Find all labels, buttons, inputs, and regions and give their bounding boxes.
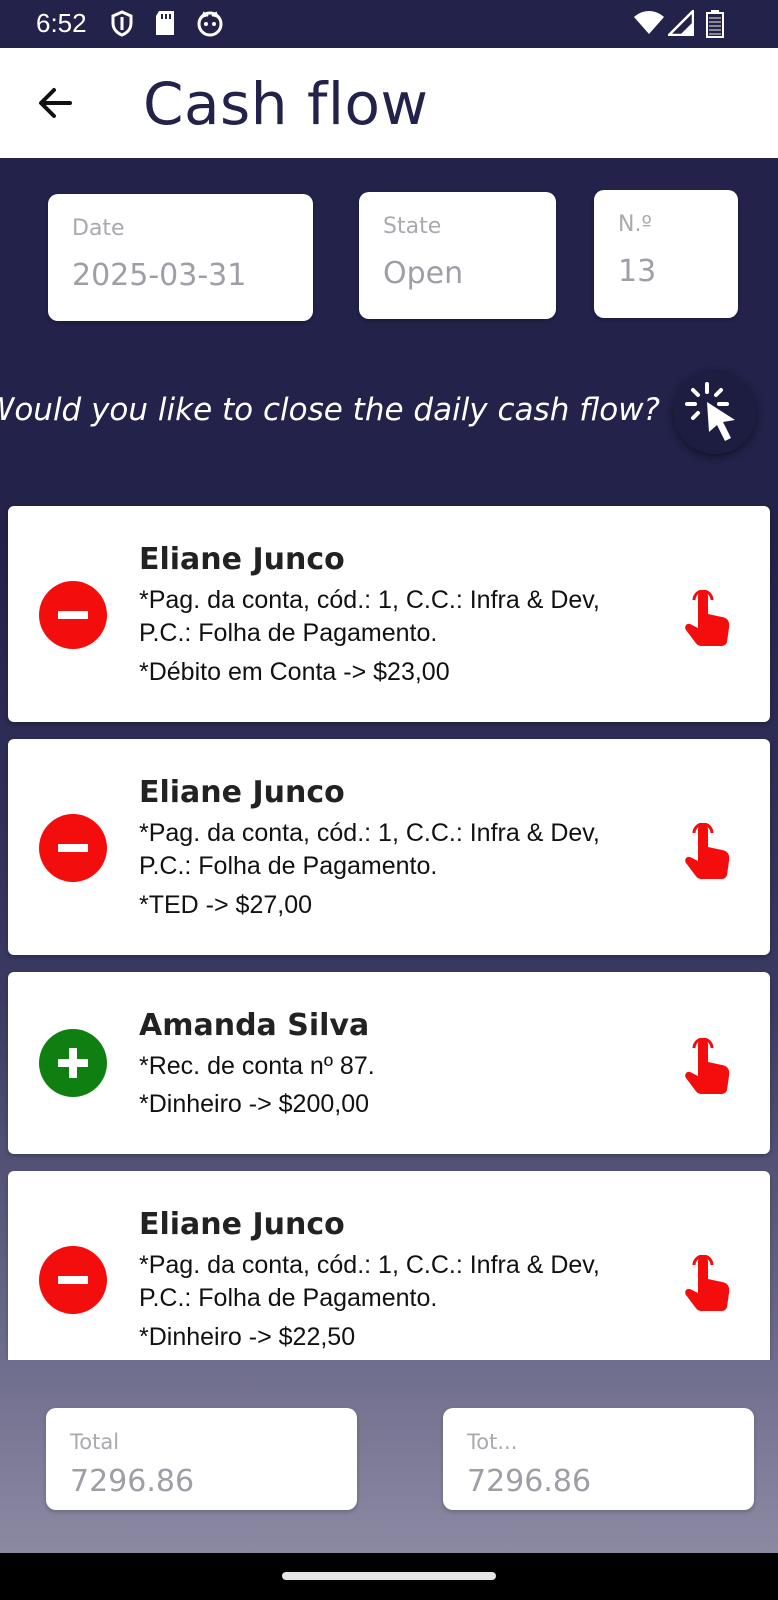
total-value: 7296.86 — [70, 1464, 195, 1499]
entry-name: Eliane Junco — [139, 542, 345, 577]
number-label: N.º — [618, 212, 652, 237]
date-label: Date — [72, 216, 125, 241]
entry-name: Amanda Silva — [139, 1008, 370, 1043]
state-value: Open — [383, 256, 464, 291]
prompt-text: Would you like to close the daily cash f… — [0, 392, 660, 428]
minus-icon — [58, 611, 88, 619]
total-secondary-value: 7296.86 — [467, 1464, 592, 1499]
signal-icon — [668, 10, 694, 36]
entry-card[interactable]: Amanda Silva *Rec. de conta nº 87. *Dinh… — [8, 972, 770, 1154]
minus-icon — [58, 844, 88, 852]
number-value: 13 — [618, 254, 657, 289]
entry-description: *Pag. da conta, cód.: 1, C.C.: Infra & D… — [139, 819, 600, 880]
entry-name: Eliane Junco — [139, 1207, 345, 1242]
debit-badge — [39, 814, 107, 882]
entry-card[interactable]: Eliane Junco *Pag. da conta, cód.: 1, C.… — [8, 506, 770, 722]
entry-card[interactable]: Eliane Junco *Pag. da conta, cód.: 1, C.… — [8, 739, 770, 955]
entry-card[interactable]: Eliane Junco *Pag. da conta, cód.: 1, C.… — [8, 1171, 770, 1360]
entry-list[interactable]: Eliane Junco *Pag. da conta, cód.: 1, C.… — [0, 500, 778, 1360]
plus-icon — [58, 1048, 88, 1078]
close-cash-flow-prompt: Would you like to close the daily cash f… — [0, 392, 660, 442]
number-field[interactable]: N.º 13 — [594, 190, 738, 318]
minus-icon — [58, 1276, 88, 1284]
wifi-icon — [634, 11, 664, 34]
date-value: 2025-03-31 — [72, 258, 247, 293]
tap-finger-icon[interactable] — [684, 1255, 732, 1311]
total-secondary-label: Tot... — [467, 1430, 518, 1454]
tap-finger-icon[interactable] — [684, 1038, 732, 1094]
date-field[interactable]: Date 2025-03-31 — [48, 194, 313, 321]
close-cash-flow-button[interactable] — [673, 370, 757, 454]
tap-finger-icon[interactable] — [684, 590, 732, 646]
entry-payment: *Débito em Conta -> $23,00 — [139, 658, 450, 686]
entry-name: Eliane Junco — [139, 775, 345, 810]
status-time: 6:52 — [36, 8, 87, 38]
entry-description: *Rec. de conta nº 87. — [139, 1052, 375, 1080]
page-title: Cash flow — [143, 70, 429, 138]
battery-icon — [706, 10, 724, 38]
cat-icon — [197, 11, 223, 37]
total-secondary-field[interactable]: Tot... 7296.86 — [443, 1408, 754, 1510]
home-gesture-handle[interactable] — [282, 1572, 496, 1580]
shield-icon — [111, 10, 133, 37]
app-bar: Cash flow — [0, 48, 778, 158]
entry-payment: *Dinheiro -> $22,50 — [139, 1323, 356, 1351]
debit-badge — [39, 581, 107, 649]
entry-description: *Pag. da conta, cód.: 1, C.C.: Infra & D… — [139, 586, 600, 647]
arrow-left-icon[interactable] — [34, 82, 76, 124]
status-bar: 6:52 — [0, 0, 778, 48]
entry-payment: *TED -> $27,00 — [139, 891, 313, 919]
state-label: State — [383, 214, 442, 239]
debit-badge — [39, 1246, 107, 1314]
tap-finger-icon[interactable] — [684, 823, 732, 879]
entry-payment: *Dinheiro -> $200,00 — [139, 1090, 370, 1118]
credit-badge — [39, 1029, 107, 1097]
sd-card-icon — [156, 11, 174, 35]
click-pointer-icon — [685, 382, 735, 441]
navigation-bar — [0, 1553, 778, 1600]
total-field[interactable]: Total 7296.86 — [46, 1408, 357, 1510]
entry-description: *Pag. da conta, cód.: 1, C.C.: Infra & D… — [139, 1251, 600, 1312]
state-field[interactable]: State Open — [359, 192, 556, 319]
total-label: Total — [70, 1430, 120, 1454]
